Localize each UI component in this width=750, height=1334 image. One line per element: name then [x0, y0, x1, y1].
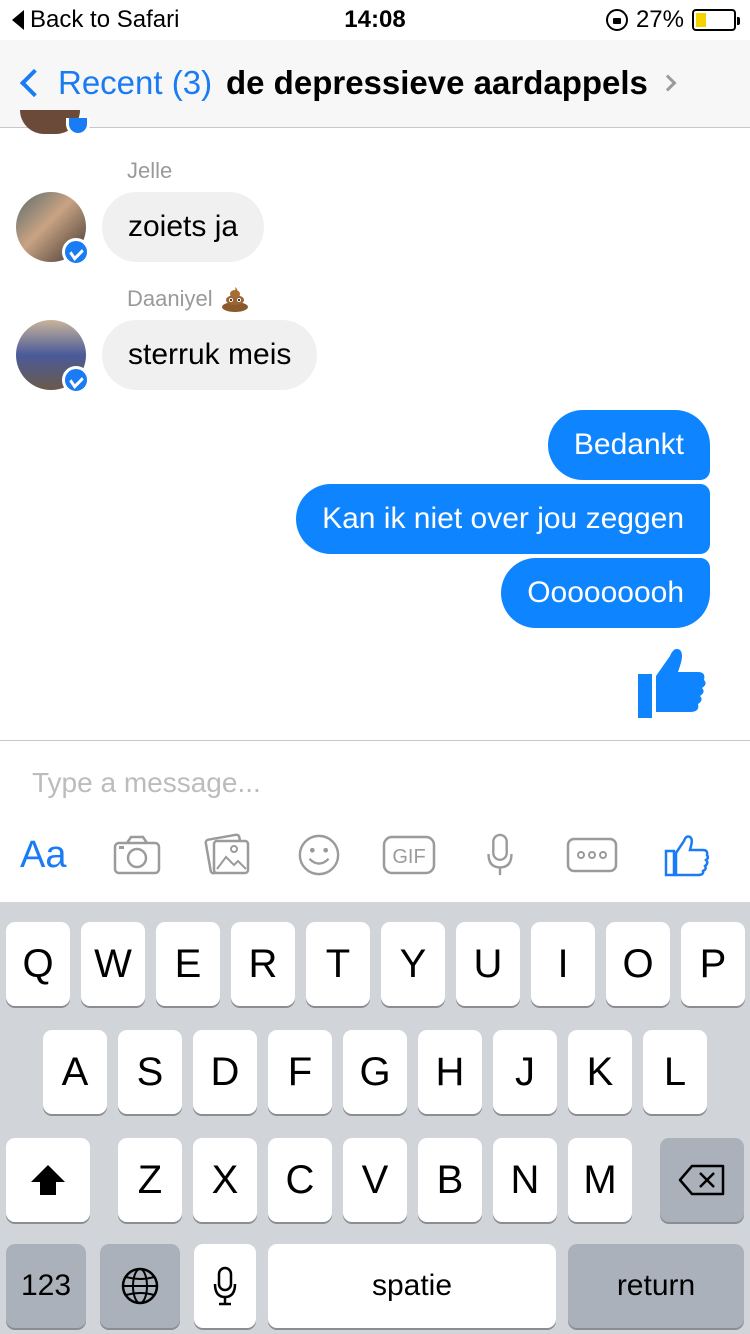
key-y[interactable]: Y [381, 922, 445, 1006]
key-n[interactable]: N [493, 1138, 557, 1222]
key-k[interactable]: K [568, 1030, 632, 1114]
key-h[interactable]: H [418, 1030, 482, 1114]
key-j[interactable]: J [493, 1030, 557, 1114]
messenger-badge-icon [62, 238, 90, 266]
key-z[interactable]: Z [118, 1138, 182, 1222]
gif-label: GIF [392, 846, 425, 868]
status-bar: Back to Safari 14:08 27% [0, 0, 750, 40]
key-s[interactable]: S [118, 1030, 182, 1114]
status-right: 27% [605, 6, 740, 34]
key-l[interactable]: L [643, 1030, 707, 1114]
shift-icon [31, 1165, 65, 1195]
thumbs-up-icon[interactable] [664, 833, 710, 877]
key-x[interactable]: X [193, 1138, 257, 1222]
key-d[interactable]: D [193, 1030, 257, 1114]
numbers-key[interactable]: 123 [6, 1244, 86, 1328]
key-f[interactable]: F [268, 1030, 332, 1114]
navigation-bar: Recent (3) de depressieve aardappels [0, 40, 750, 128]
message-bubble-outgoing[interactable]: Ooooooooh [501, 558, 710, 628]
key-a[interactable]: A [43, 1030, 107, 1114]
poop-icon [221, 287, 248, 312]
messenger-badge-icon [62, 366, 90, 394]
dictation-key[interactable] [194, 1244, 256, 1328]
battery-icon [692, 9, 740, 31]
battery-percent: 27% [635, 6, 684, 33]
lock-rotation-icon [605, 9, 628, 31]
key-w[interactable]: W [81, 922, 145, 1006]
more-icon[interactable] [566, 833, 618, 877]
battery-fill [696, 13, 706, 27]
text-format-icon[interactable]: Aa [20, 833, 66, 877]
microphone-icon[interactable] [484, 833, 516, 877]
messenger-badge-icon [66, 118, 90, 136]
keyboard: Q W E R T Y U I O P A S D F G H J K L Z … [0, 902, 750, 1334]
gallery-icon[interactable] [204, 833, 252, 877]
key-r[interactable]: R [231, 922, 295, 1006]
key-v[interactable]: V [343, 1138, 407, 1222]
message-bubble-incoming[interactable]: sterruk meis [102, 320, 318, 390]
camera-icon[interactable] [112, 833, 162, 877]
key-p[interactable]: P [681, 922, 745, 1006]
key-u[interactable]: U [456, 922, 520, 1006]
sender-name: Daaniyel [127, 286, 213, 311]
globe-key[interactable] [100, 1244, 180, 1328]
gif-icon[interactable]: GIF [382, 833, 436, 877]
sender-name: Jelle [127, 158, 173, 183]
message-input[interactable] [32, 763, 712, 803]
message-bubble-incoming[interactable]: zoiets ja [102, 192, 265, 262]
sender-row: Daaniyel [127, 286, 249, 312]
recent-back-label: Recent (3) [58, 64, 213, 101]
key-t[interactable]: T [306, 922, 370, 1006]
shift-key[interactable] [6, 1138, 90, 1222]
recent-back-button[interactable]: Recent (3) [18, 64, 212, 102]
message-bubble-outgoing[interactable]: Kan ik niet over jou zeggen [296, 484, 710, 554]
globe-icon [121, 1267, 159, 1305]
backspace-icon [678, 1164, 725, 1196]
backspace-key[interactable] [660, 1138, 744, 1222]
message-bubble-outgoing[interactable]: Bedankt [547, 410, 710, 480]
key-q[interactable]: Q [6, 922, 70, 1006]
key-g[interactable]: G [343, 1030, 407, 1114]
key-m[interactable]: M [568, 1138, 632, 1222]
key-c[interactable]: C [268, 1138, 332, 1222]
emoji-icon[interactable] [296, 833, 342, 877]
key-o[interactable]: O [606, 922, 670, 1006]
key-b[interactable]: B [418, 1138, 482, 1222]
composer: Aa GIF [0, 740, 750, 902]
key-i[interactable]: I [531, 922, 595, 1006]
chevron-right-icon [659, 74, 677, 92]
chevron-left-icon [19, 68, 49, 98]
key-e[interactable]: E [156, 922, 220, 1006]
thumbs-up-icon[interactable] [636, 644, 708, 720]
conversation-title-label: de depressieve aardappels [226, 64, 648, 101]
conversation-title[interactable]: de depressieve aardappels [226, 64, 677, 102]
space-key[interactable]: spatie [268, 1244, 556, 1328]
dictation-mic-icon [213, 1266, 237, 1306]
return-key[interactable]: return [568, 1244, 744, 1328]
